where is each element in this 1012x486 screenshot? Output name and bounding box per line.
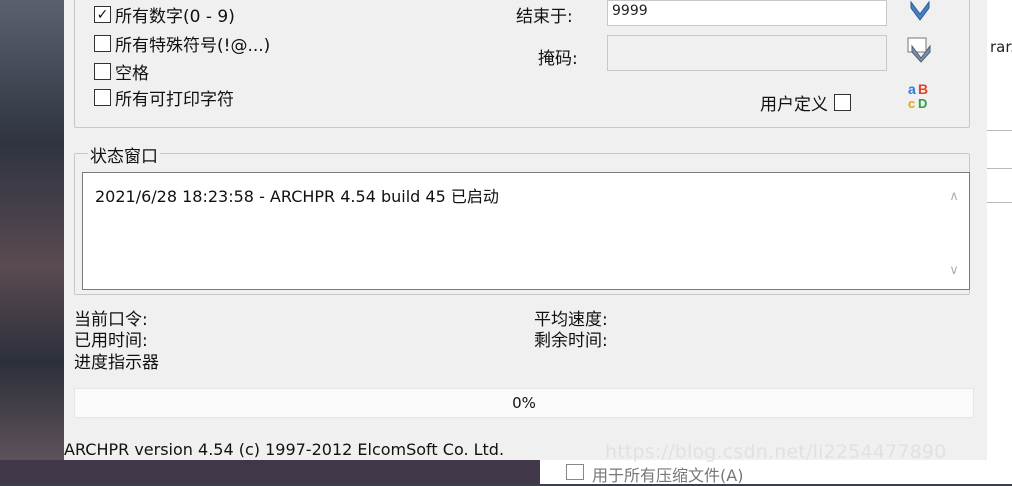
statusbar-text: ARCHPR version 4.54 (c) 1997-2012 ElcomS… bbox=[64, 440, 505, 459]
watermark: https://blog.csdn.net/li2254477890 bbox=[605, 441, 947, 463]
end-label: 结束于: bbox=[516, 7, 573, 27]
arrow-down-icon[interactable] bbox=[906, 0, 934, 28]
status-log[interactable]: 2021/6/28 18:23:58 - ARCHPR 4.54 build 4… bbox=[82, 172, 970, 290]
user-defined-label: 用户定义 bbox=[760, 95, 828, 115]
charset-printable-option[interactable]: 所有可打印字符 bbox=[94, 85, 234, 110]
log-line: 2021/6/28 18:23:58 - ARCHPR 4.54 build 4… bbox=[95, 187, 499, 206]
printable-checkbox[interactable] bbox=[94, 89, 111, 106]
svg-text:D: D bbox=[918, 96, 927, 111]
svg-text:B: B bbox=[918, 81, 928, 97]
remaining-time-label: 剩余时间: bbox=[534, 331, 608, 351]
special-label: 所有特殊符号(!@...) bbox=[115, 36, 271, 56]
digits-label: 所有数字(0 - 9) bbox=[115, 7, 235, 27]
charset-space-option[interactable]: 空格 bbox=[94, 59, 149, 84]
end-field[interactable]: 9999 bbox=[607, 0, 887, 26]
background-window: rar. bbox=[986, 0, 1012, 484]
status-window-title: 状态窗口 bbox=[88, 142, 160, 167]
apply-all-checkbox[interactable] bbox=[566, 464, 584, 480]
archpr-window: ✓ 所有数字(0 - 9) 所有特殊符号(!@...) 空格 所有可打印字符 结… bbox=[64, 0, 987, 460]
digits-checkbox[interactable]: ✓ bbox=[94, 6, 111, 23]
printable-label: 所有可打印字符 bbox=[115, 90, 234, 110]
apply-all-label: 用于所有压缩文件(A) bbox=[592, 466, 744, 485]
mask-field[interactable] bbox=[607, 35, 887, 71]
space-label: 空格 bbox=[115, 64, 149, 84]
space-checkbox[interactable] bbox=[94, 63, 111, 80]
user-defined-option[interactable]: 用户定义 bbox=[760, 90, 855, 115]
progress-indicator-label: 进度指示器 bbox=[74, 353, 159, 373]
charset-digits-option[interactable]: ✓ 所有数字(0 - 9) bbox=[94, 2, 235, 27]
divider bbox=[986, 130, 1012, 131]
scroll-down-icon[interactable]: ∨ bbox=[947, 263, 961, 278]
special-checkbox[interactable] bbox=[94, 35, 111, 52]
progress-bar: 0% bbox=[74, 388, 974, 418]
divider bbox=[986, 202, 1012, 203]
background-text-fragment: rar. bbox=[990, 38, 1012, 56]
desktop-background bbox=[0, 0, 66, 484]
user-defined-checkbox[interactable] bbox=[834, 94, 851, 111]
mask-icon[interactable] bbox=[906, 36, 934, 64]
progress-percent: 0% bbox=[512, 394, 536, 412]
background-window-lower: 用于所有压缩文件(A) bbox=[0, 460, 1012, 485]
divider bbox=[986, 168, 1012, 169]
scroll-up-icon[interactable]: ∧ bbox=[947, 189, 961, 204]
desktop-background bbox=[0, 460, 540, 484]
mask-label: 掩码: bbox=[538, 49, 578, 69]
svg-text:c: c bbox=[908, 96, 915, 111]
svg-text:a: a bbox=[908, 81, 916, 97]
abcd-charset-icon[interactable]: a B c D bbox=[906, 80, 934, 111]
charset-special-option[interactable]: 所有特殊符号(!@...) bbox=[94, 31, 270, 56]
end-value: 9999 bbox=[612, 3, 648, 19]
